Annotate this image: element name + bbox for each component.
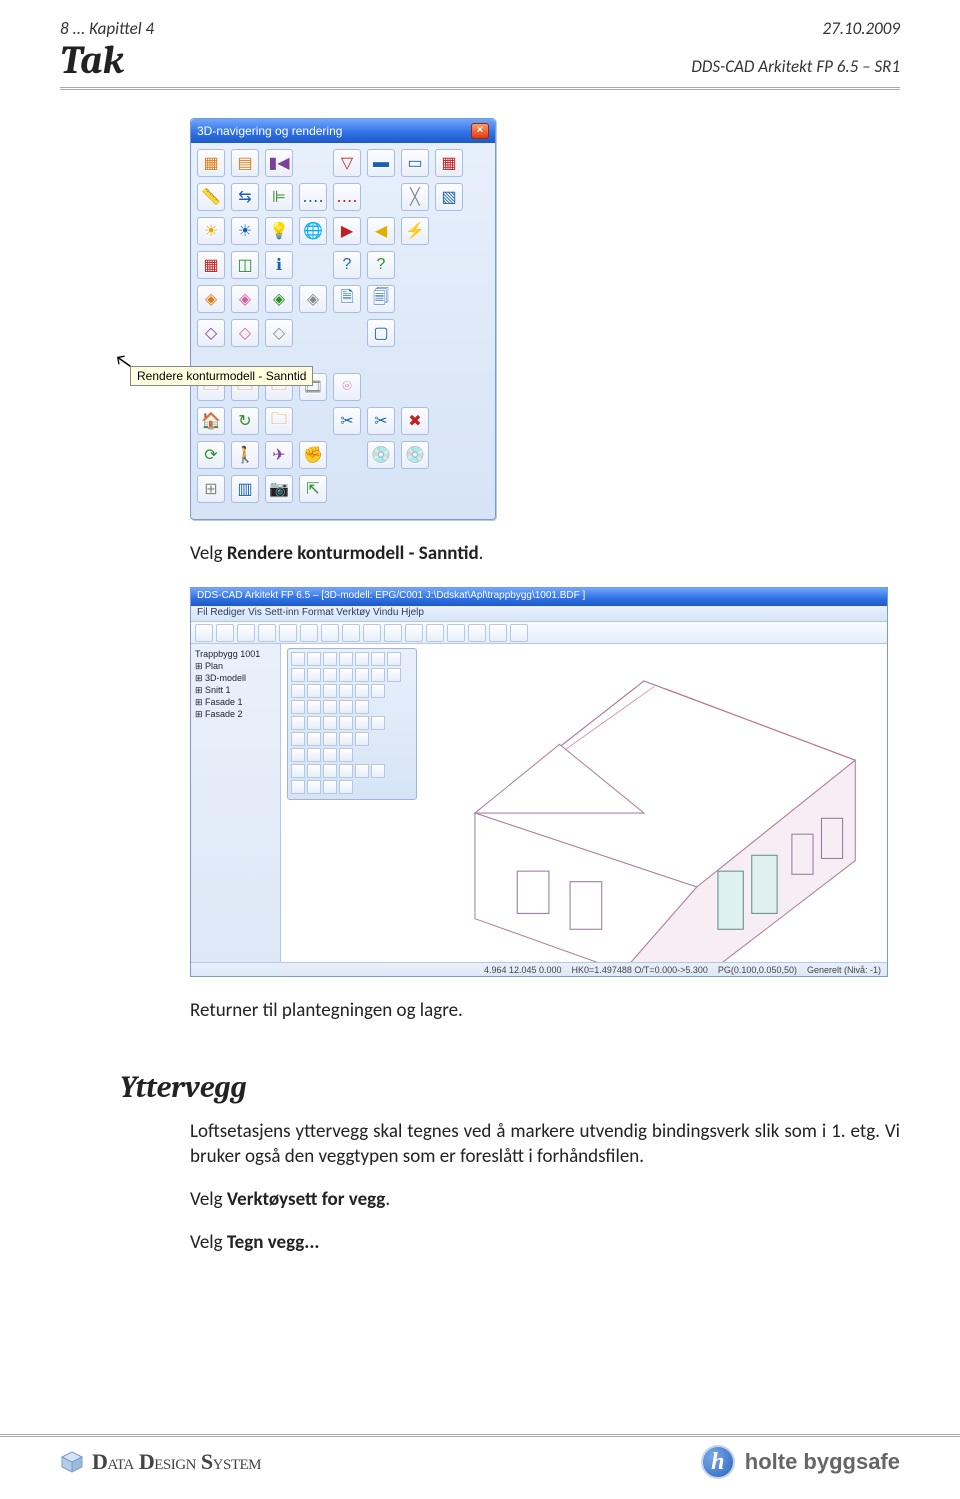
tool-home-icon[interactable]: 🏠 [197,407,225,435]
tool-dash2-icon[interactable]: ‥‥ [333,183,361,211]
tool-colors-icon[interactable]: ▦ [197,251,225,279]
tool-lightning-icon[interactable]: ⚡ [401,217,429,245]
header-chapter: 8 ... Kapittel 4 [60,18,154,39]
app-toolbar[interactable] [191,622,887,644]
tool-cube1-icon[interactable]: ◈ [197,285,225,313]
tool-bulb-icon[interactable]: 💡 [265,217,293,245]
tool-wire1-icon[interactable]: ◇ [197,319,225,347]
tool-line-icon[interactable]: ╳ [401,183,429,211]
tool-grid2-icon[interactable]: ⊞ [197,475,225,503]
tool-cut2-icon[interactable]: ✂ [367,407,395,435]
toolbox-3d-navigation: 3D-navigering og rendering × ▦ ▤ ▮◀ ▽ ▬ … [190,118,496,520]
app-window: DDS-CAD Arkitekt FP 6.5 – [3D-modell: EP… [190,587,888,977]
tool-book-icon[interactable]: 🗐 [367,285,395,313]
tool-help2-icon[interactable]: ? [367,251,395,279]
tool-grid-icon[interactable]: ▤ [231,149,259,177]
tool-tree-icon[interactable]: ⌾ [333,373,361,401]
tool-cube2-icon[interactable]: ◈ [231,285,259,313]
viewport[interactable] [281,644,887,962]
tool-window-icon[interactable]: ▢ [367,319,395,347]
holte-logo: holte byggsafe [701,1445,900,1479]
tool-panel1-icon[interactable]: ▬ [367,149,395,177]
tool-camera-icon[interactable]: 📷 [265,475,293,503]
statusbar: 4.964 12.045 0.000 HK0=1.497488 O/T=0.00… [191,962,887,976]
tool-info-icon[interactable]: ℹ [265,251,293,279]
tool-help-icon[interactable]: ? [333,251,361,279]
tool-walk-icon[interactable]: 🚶 [231,441,259,469]
tool-wire3-icon[interactable]: ◇ [265,319,293,347]
tool-fly-icon[interactable]: ✈ [265,441,293,469]
tool-folder4-icon[interactable]: 🗀 [265,407,293,435]
tool-sun1-icon[interactable]: ☀ [197,217,225,245]
tool-pan-icon[interactable]: ✊ [299,441,327,469]
product-line: DDS-CAD Arkitekt FP 6.5 – SR1 [691,56,900,83]
tool-cube4-icon[interactable]: ◈ [299,285,327,313]
tool-swap-icon[interactable]: ⇆ [231,183,259,211]
paragraph-select-render: Velg Rendere konturmodell - Sanntid. [190,542,900,565]
paragraph-return: Returner til plantegningen og lagre. [190,999,900,1022]
paragraph-draw-wall: Velg Tegn vegg... [190,1230,900,1255]
project-tree[interactable]: Trappbygg 1001 ⊞ Plan ⊞ 3D-modell ⊞ Snit… [191,644,281,962]
tool-panel2-icon[interactable]: ▭ [401,149,429,177]
tooltip: Rendere konturmodell - Sanntid [130,366,313,386]
toolbox-title: 3D-navigering og rendering [197,124,471,138]
tool-flag-icon[interactable]: ▮◀ [265,149,293,177]
paragraph-yttervegg: Loftsetasjens yttervegg skal tegnes ved … [190,1119,900,1169]
app-menubar[interactable]: Fil Rediger Vis Sett-inn Format Verktøy … [191,606,887,622]
tool-globe-icon[interactable]: 🌐 [299,217,327,245]
mini-palette[interactable] [287,648,417,800]
paragraph-toolset: Velg Verktøysett for vegg. [190,1187,900,1212]
tool-divide-icon[interactable]: ◫ [231,251,259,279]
tool-disk1-icon[interactable]: 💿 [367,441,395,469]
close-icon[interactable]: × [471,123,489,139]
header-rule [60,87,900,90]
tool-delete-icon[interactable]: ✖ [401,407,429,435]
tool-doc-icon[interactable]: 🗎 [333,285,361,313]
tool-skip-icon[interactable]: ◀ [367,217,395,245]
tool-tag-icon[interactable]: ▽ [333,149,361,177]
tool-spin-icon[interactable]: ↻ [231,407,259,435]
tool-box-icon[interactable]: ▧ [435,183,463,211]
tool-wire2-icon[interactable]: ◇ [231,319,259,347]
tool-sun2-icon[interactable]: ☀ [231,217,259,245]
dds-logo: Data Design System DATA DESIGN SYSTEM [60,1449,261,1475]
header-date: 27.10.2009 [822,18,900,39]
holte-badge-icon [701,1445,735,1479]
tool-ruler-icon[interactable]: 📏 [197,183,225,211]
app-titlebar: DDS-CAD Arkitekt FP 6.5 – [3D-modell: EP… [191,588,887,606]
tool-disk2-icon[interactable]: 💿 [401,441,429,469]
tool-play-icon[interactable]: ▶ [333,217,361,245]
page-title: Tak [60,37,124,83]
tool-new-icon[interactable]: ▦ [197,149,225,177]
section-title-yttervegg: Yttervegg [120,1070,900,1105]
tool-cube3-icon[interactable]: ◈ [265,285,293,313]
tool-dash1-icon[interactable]: ‥‥ [299,183,327,211]
tool-cut-icon[interactable]: ✂ [333,407,361,435]
tool-align-icon[interactable]: ⊫ [265,183,293,211]
tool-refresh-icon[interactable]: ⟳ [197,441,225,469]
tool-up-icon[interactable]: ⇱ [299,475,327,503]
tool-frame-icon[interactable]: ▦ [435,149,463,177]
house-illustration [401,644,887,962]
tool-sheet-icon[interactable]: ▥ [231,475,259,503]
